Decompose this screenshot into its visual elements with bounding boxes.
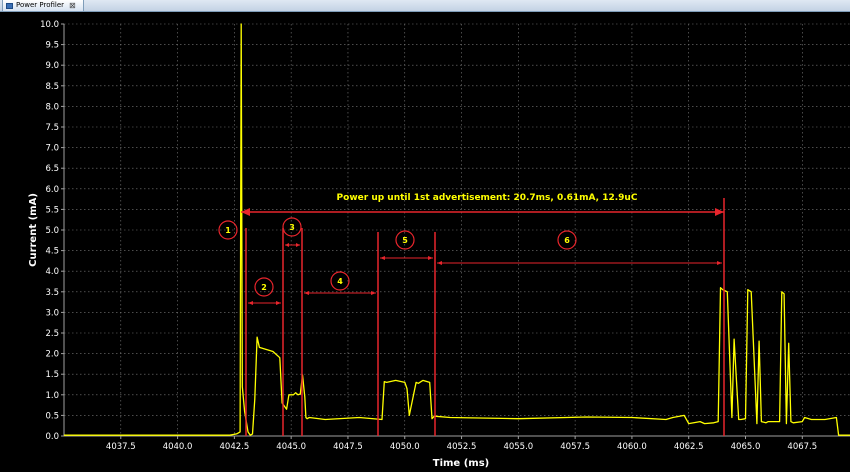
tab-bar: Power Profiler ⊠	[0, 0, 850, 12]
y-tick-label: 7.5	[45, 123, 59, 133]
y-axis-label: Current (mA)	[28, 193, 39, 267]
y-tick-label: 2.0	[45, 350, 59, 360]
x-tick-label: 4050.0	[390, 442, 420, 452]
y-tick-label: 3.0	[45, 308, 59, 318]
y-tick-label: 4.5	[45, 247, 59, 257]
y-tick-label: 5.0	[45, 226, 59, 236]
powerup-annotation-text: Power up until 1st advertisement: 20.7ms…	[337, 193, 638, 203]
svg-text:2: 2	[261, 283, 267, 292]
y-tick-label: 10.0	[40, 20, 59, 30]
x-tick-label: 4065.0	[731, 442, 761, 452]
y-tick-label: 7.0	[45, 144, 59, 154]
y-tick-label: 1.0	[45, 391, 59, 401]
x-tick-label: 4055.0	[503, 442, 533, 452]
y-tick-label: 8.0	[45, 102, 59, 112]
x-tick-label: 4042.5	[220, 442, 250, 452]
current-chart[interactable]: 0.0 0.5 1.0 1.5 2.0 2.5 3.0 3.5 4.0 4.5 5.0 5.5 6.0 6…	[0, 12, 850, 472]
y-tick-label: 4.0	[45, 267, 59, 277]
svg-text:6: 6	[564, 236, 570, 245]
svg-text:3: 3	[289, 223, 295, 232]
y-tick-label: 9.0	[45, 61, 59, 71]
tab-label: Power Profiler	[16, 1, 65, 9]
x-tick-label: 4045.0	[276, 442, 306, 452]
close-icon[interactable]: ⊠	[69, 1, 76, 11]
power-profiler-icon	[6, 2, 13, 9]
x-tick-label: 4047.5	[333, 442, 363, 452]
x-tick-label: 4062.5	[674, 442, 704, 452]
tab-power-profiler[interactable]: Power Profiler ⊠	[2, 0, 84, 11]
y-tick-label: 3.5	[45, 288, 59, 298]
x-tick-label: 4052.5	[447, 442, 477, 452]
y-tick-labels: 0.0 0.5 1.0 1.5 2.0 2.5 3.0 3.5 4.0 4.5 5.0 5.5 6.0 6…	[40, 20, 64, 442]
y-tick-label: 6.0	[45, 185, 59, 195]
x-tick-label: 4057.5	[560, 442, 590, 452]
x-tick-label: 4037.5	[106, 442, 136, 452]
y-tick-label: 9.5	[45, 41, 59, 51]
x-tick-label: 4060.0	[617, 442, 647, 452]
x-axis-label: Time (ms)	[433, 458, 489, 469]
svg-text:4: 4	[337, 277, 343, 286]
power-profiler-window: Power Profiler ⊠ 0.0 0.5 1.0 1.5 2.0 2.5 3.0 3.…	[0, 0, 850, 472]
svg-text:5: 5	[402, 236, 408, 245]
x-tick-label: 4040.0	[163, 442, 193, 452]
y-tick-label: 8.5	[45, 82, 59, 92]
y-tick-label: 6.5	[45, 164, 59, 174]
y-tick-label: 0.0	[45, 432, 59, 442]
y-tick-label: 2.5	[45, 329, 59, 339]
x-tick-labels: 4037.5 4040.0 4042.5 4045.0 4047.5 4050.0 4052…	[106, 436, 817, 452]
y-tick-label: 1.5	[45, 370, 59, 380]
y-tick-label: 0.5	[45, 411, 59, 421]
svg-text:1: 1	[225, 226, 231, 235]
x-tick-label: 4067.5	[787, 442, 817, 452]
y-tick-label: 5.5	[45, 205, 59, 215]
